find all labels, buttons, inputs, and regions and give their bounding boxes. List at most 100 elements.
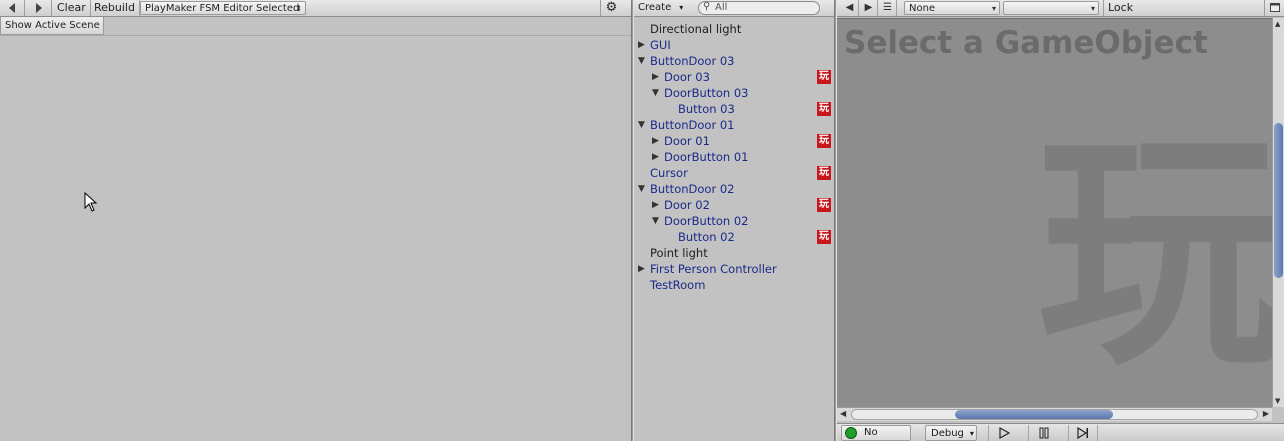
select-gameobject-hint: Select a GameObject bbox=[844, 25, 1208, 61]
hierarchy-item[interactable]: ▼ DoorButton 03 bbox=[634, 85, 834, 101]
pause-icon bbox=[1039, 427, 1048, 439]
hierarchy-item[interactable]: Point light bbox=[634, 245, 834, 261]
fsm-badge-icon[interactable]: 玩 bbox=[817, 70, 831, 84]
playmaker-logo-watermark: 玩 bbox=[1037, 108, 1272, 399]
expanded-triangle-icon[interactable]: ▼ bbox=[652, 85, 662, 101]
hierarchy-item[interactable]: TestRoom bbox=[634, 277, 834, 293]
hierarchy-item-label: DoorButton 01 bbox=[664, 150, 749, 164]
next-fsm-button[interactable]: ▶ bbox=[860, 0, 878, 16]
horizontal-scrollbar[interactable]: ◀ ▶ bbox=[837, 407, 1272, 421]
hierarchy-item-label: Door 01 bbox=[664, 134, 710, 148]
hierarchy-item-label: Door 02 bbox=[664, 198, 710, 212]
hierarchy-item[interactable]: ▶ DoorButton 01 bbox=[634, 149, 834, 165]
error-status-button[interactable]: No errors bbox=[841, 425, 911, 441]
search-input[interactable]: ⚲ All bbox=[698, 1, 820, 15]
chevron-down-icon: ▾ bbox=[679, 3, 684, 12]
fsm-graph-panel: ◀ ▶ ☰ None ▾ ▾ Lock 玩 Select a GameObjec… bbox=[837, 0, 1284, 441]
status-ok-icon bbox=[845, 427, 857, 439]
chevron-down-icon: ▾ bbox=[991, 4, 996, 13]
triangle-left-icon bbox=[9, 3, 15, 13]
collapsed-triangle-icon[interactable]: ▶ bbox=[638, 37, 648, 53]
fsm-badge-icon[interactable]: 玩 bbox=[817, 166, 831, 180]
triangle-left-icon: ◀ bbox=[845, 2, 854, 13]
vertical-scroll-thumb[interactable] bbox=[1274, 123, 1283, 278]
hierarchy-item[interactable]: Directional light bbox=[634, 21, 834, 37]
hierarchy-item-label: Directional light bbox=[650, 22, 742, 36]
hierarchy-item[interactable]: Button 03 玩 bbox=[634, 101, 834, 117]
fsm-canvas[interactable]: 玩 Select a GameObject bbox=[837, 18, 1272, 407]
gameobject-select[interactable]: None ▾ bbox=[904, 1, 1000, 15]
expanded-triangle-icon[interactable]: ▼ bbox=[652, 213, 662, 229]
error-status-label: No errors bbox=[864, 427, 878, 438]
hierarchy-item[interactable]: ▶ Door 02 玩 bbox=[634, 197, 834, 213]
forward-button[interactable] bbox=[26, 0, 52, 16]
collapsed-triangle-icon[interactable]: ▶ bbox=[652, 197, 662, 213]
step-button[interactable] bbox=[1068, 425, 1098, 441]
hierarchy-item-label: Door 03 bbox=[664, 70, 710, 84]
collapsed-triangle-icon[interactable]: ▶ bbox=[652, 69, 662, 85]
fsm-select-value: PlayMaker FSM Editor Selected bbox=[145, 3, 300, 14]
chevron-down-icon: ▾ bbox=[969, 429, 974, 438]
hierarchy-item-label: Cursor bbox=[650, 166, 688, 180]
step-icon bbox=[1077, 426, 1088, 440]
prev-fsm-button[interactable]: ◀ bbox=[841, 0, 859, 16]
rebuild-button[interactable]: Rebuild bbox=[90, 0, 140, 16]
updown-icon: ⬍ bbox=[295, 4, 302, 13]
fsm-badge-icon[interactable]: 玩 bbox=[817, 134, 831, 148]
collapsed-triangle-icon[interactable]: ▶ bbox=[652, 149, 662, 165]
settings-button[interactable]: ⚙ bbox=[600, 0, 622, 16]
debug-dropdown[interactable]: Debug ▾ bbox=[925, 425, 977, 441]
hierarchy-item[interactable]: ▼ ButtonDoor 02 bbox=[634, 181, 834, 197]
horizontal-scroll-track[interactable] bbox=[851, 409, 1258, 420]
scroll-left-icon[interactable]: ◀ bbox=[840, 409, 846, 418]
hierarchy-item[interactable]: ▶ Door 01 玩 bbox=[634, 133, 834, 149]
hierarchy-item[interactable]: Button 02 玩 bbox=[634, 229, 834, 245]
fsm-menu-button[interactable]: ☰ bbox=[879, 0, 897, 16]
hierarchy-item-label: DoorButton 02 bbox=[664, 214, 749, 228]
hierarchy-item[interactable]: Cursor 玩 bbox=[634, 165, 834, 181]
hierarchy-toolbar: Create ▾ ⚲ All bbox=[634, 0, 834, 17]
hierarchy-item-label: ButtonDoor 03 bbox=[650, 54, 735, 68]
lock-button[interactable]: Lock bbox=[1103, 0, 1137, 16]
hierarchy-panel: Create ▾ ⚲ All Directional light ▶ GUI ▼ But… bbox=[634, 0, 834, 441]
gear-icon: ⚙ bbox=[605, 0, 618, 15]
hierarchy-item[interactable]: ▶ First Person Controller bbox=[634, 261, 834, 277]
hierarchy-item-label: Point light bbox=[650, 246, 708, 260]
fsm-badge-icon[interactable]: 玩 bbox=[817, 230, 831, 244]
hierarchy-item-label: ButtonDoor 01 bbox=[650, 118, 735, 132]
show-active-button[interactable]: Show Active Scene bbox=[0, 17, 104, 35]
hierarchy-item[interactable]: ▼ DoorButton 02 bbox=[634, 213, 834, 229]
search-placeholder: All bbox=[715, 2, 728, 13]
hierarchy-item[interactable]: ▶ Door 03 玩 bbox=[634, 69, 834, 85]
scroll-right-icon[interactable]: ▶ bbox=[1263, 409, 1269, 418]
triangle-right-icon bbox=[35, 3, 42, 13]
search-icon: ⚲ bbox=[703, 1, 711, 12]
play-button[interactable] bbox=[988, 425, 1018, 441]
horizontal-scroll-thumb[interactable] bbox=[955, 410, 1113, 419]
expanded-triangle-icon[interactable]: ▼ bbox=[638, 181, 648, 197]
hierarchy-item[interactable]: ▶ GUI bbox=[634, 37, 834, 53]
hierarchy-item-label: Button 02 bbox=[678, 230, 735, 244]
pause-button[interactable] bbox=[1028, 425, 1058, 441]
fsm-toolbar: ◀ ▶ ☰ None ▾ ▾ Lock bbox=[837, 0, 1284, 17]
hierarchy-item-label: ButtonDoor 02 bbox=[650, 182, 735, 196]
clear-button[interactable]: Clear bbox=[53, 0, 91, 16]
collapsed-triangle-icon[interactable]: ▶ bbox=[638, 261, 648, 277]
scroll-up-icon[interactable]: ▲ bbox=[1275, 20, 1280, 28]
fsm-badge-icon[interactable]: 玩 bbox=[817, 198, 831, 212]
fsm-badge-icon[interactable]: 玩 bbox=[817, 102, 831, 116]
mouse-cursor-icon bbox=[84, 192, 98, 212]
hierarchy-item[interactable]: ▼ ButtonDoor 01 bbox=[634, 117, 834, 133]
expanded-triangle-icon[interactable]: ▼ bbox=[638, 53, 648, 69]
fsm-log-panel: Clear Rebuild PlayMaker FSM Editor Selec… bbox=[0, 0, 631, 441]
hierarchy-item[interactable]: ▼ ButtonDoor 03 bbox=[634, 53, 834, 69]
vertical-scrollbar[interactable]: ▲ ▼ bbox=[1272, 18, 1284, 407]
collapsed-triangle-icon[interactable]: ▶ bbox=[652, 133, 662, 149]
expanded-triangle-icon[interactable]: ▼ bbox=[638, 117, 648, 133]
scroll-down-icon[interactable]: ▼ bbox=[1275, 397, 1280, 405]
maximize-button[interactable] bbox=[1264, 0, 1284, 16]
fsm-select[interactable]: ▾ bbox=[1003, 1, 1099, 15]
create-dropdown[interactable]: Create ▾ bbox=[638, 1, 683, 15]
fsm-select-dropdown[interactable]: PlayMaker FSM Editor Selected ⬍ bbox=[140, 1, 306, 15]
back-button[interactable] bbox=[0, 0, 25, 16]
